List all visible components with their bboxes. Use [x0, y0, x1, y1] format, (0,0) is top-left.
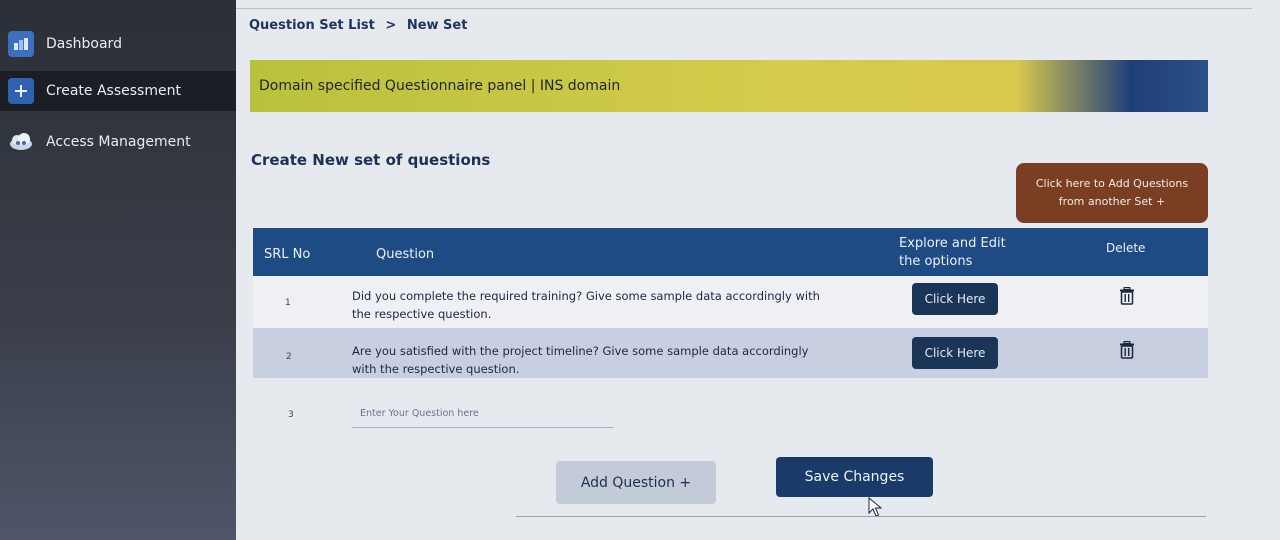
questions-table: SRL No Question Explore and Edit the opt… — [253, 228, 1208, 434]
breadcrumb-parent-link[interactable]: Question Set List — [249, 18, 375, 33]
header-explore-line2: the options — [899, 254, 973, 269]
sidebar-item-label: Dashboard — [46, 36, 122, 52]
save-changes-button[interactable]: Save Changes — [776, 457, 933, 497]
explore-options-button[interactable]: Click Here — [912, 337, 998, 369]
table-row: 2 Are you satisfied with the project tim… — [253, 328, 1208, 378]
trash-icon[interactable] — [1119, 286, 1135, 305]
sidebar-item-dashboard[interactable]: Dashboard — [0, 24, 236, 64]
divider — [236, 8, 1252, 9]
header-explore-line1: Explore and Edit — [899, 236, 1006, 251]
domain-banner: Domain specified Questionnaire panel | I… — [250, 60, 1208, 112]
breadcrumb-separator: > — [385, 18, 397, 33]
sidebar: Dashboard Create Assessment Access Manag… — [0, 0, 236, 540]
row-question: Are you satisfied with the project timel… — [352, 344, 809, 376]
header-question: Question — [376, 247, 435, 262]
sidebar-item-label: Create Assessment — [46, 83, 181, 99]
mouse-cursor-icon — [868, 497, 882, 517]
divider — [516, 516, 1206, 517]
header-srl: SRL No — [264, 247, 311, 262]
new-question-row: 3 — [253, 378, 1208, 434]
trash-icon[interactable] — [1119, 340, 1135, 359]
sidebar-item-create-assessment[interactable]: Create Assessment — [0, 71, 236, 111]
row-srl: 1 — [285, 298, 291, 308]
table-row: 1 Did you complete the required training… — [253, 276, 1208, 328]
row-question: Did you complete the required training? … — [352, 289, 820, 321]
row-srl: 2 — [286, 352, 292, 362]
users-cloud-icon — [8, 129, 34, 155]
plus-icon — [8, 78, 34, 104]
add-question-button[interactable]: Add Question + — [556, 461, 716, 504]
sidebar-item-label: Access Management — [46, 134, 191, 150]
add-from-another-set-button[interactable]: Click here to Add Questions from another… — [1016, 163, 1208, 223]
breadcrumb: Question Set List > New Set — [249, 18, 467, 33]
explore-options-button[interactable]: Click Here — [912, 283, 998, 315]
table-header: SRL No Question Explore and Edit the opt… — [253, 228, 1208, 276]
new-question-input[interactable] — [352, 400, 614, 428]
row-srl: 3 — [288, 410, 294, 420]
page-title: Create New set of questions — [251, 151, 491, 169]
breadcrumb-current: New Set — [406, 18, 468, 33]
banner-text: Domain specified Questionnaire panel | I… — [259, 78, 621, 94]
main-panel: Question Set List > New Set Domain speci… — [236, 0, 1280, 540]
header-delete: Delete — [1106, 241, 1146, 255]
dashboard-icon — [8, 31, 34, 57]
sidebar-item-access-management[interactable]: Access Management — [0, 122, 236, 162]
